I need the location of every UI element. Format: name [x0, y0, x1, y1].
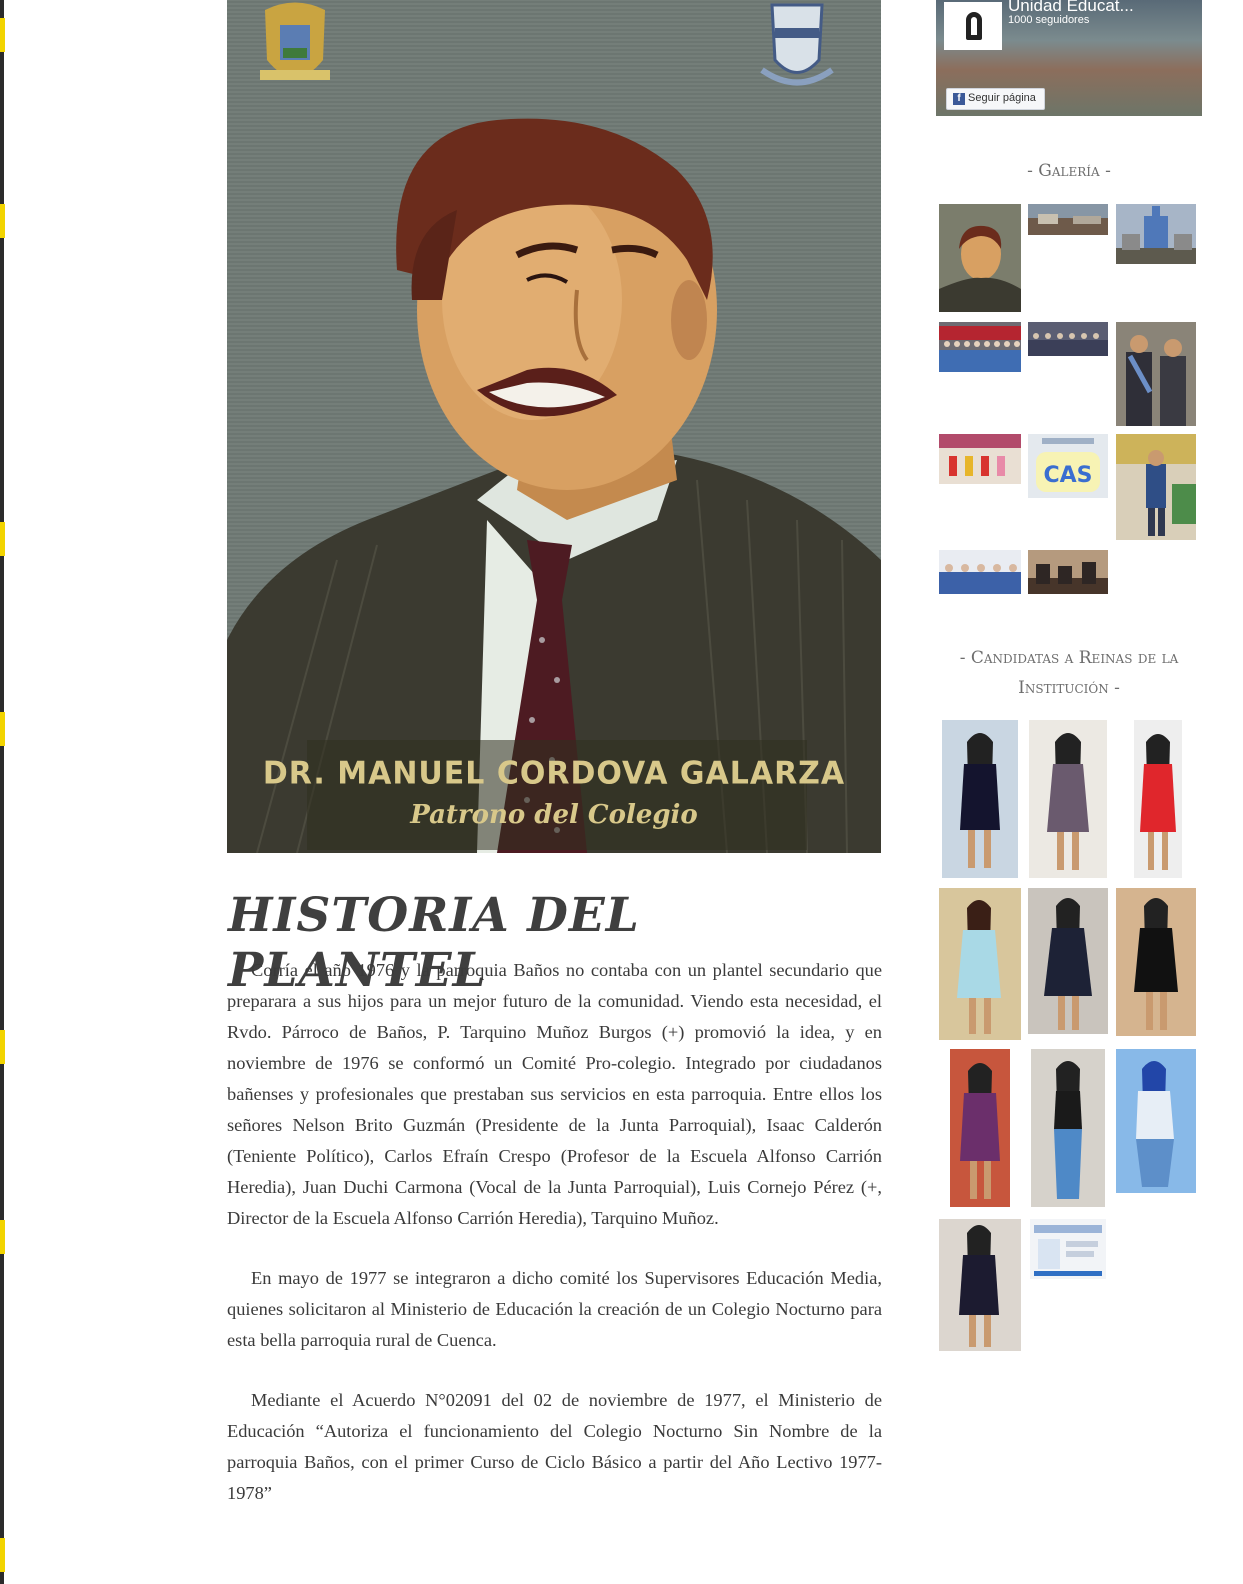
facebook-page-widget[interactable]: Unidad Educat... 1000 seguidores f Seguir… — [936, 0, 1202, 116]
candidate-photo[interactable] — [942, 720, 1018, 878]
history-paragraph: Mediante el Acuerdo N°02091 del 02 de no… — [227, 1390, 882, 1503]
portrait-subtitle-text: Patrono del Colegio — [410, 800, 698, 830]
svg-text:CAS: CAS — [1043, 463, 1092, 488]
candidate-photo[interactable] — [1030, 1219, 1106, 1279]
edge-marker — [0, 1220, 5, 1254]
gallery-thumbnail[interactable] — [1028, 204, 1108, 235]
candidate-photo[interactable] — [1028, 888, 1108, 1034]
portrait-figure — [227, 118, 881, 853]
history-body: Corría el año 1976 y la parroquia Baños … — [227, 955, 882, 1538]
edge-marker — [0, 1538, 5, 1572]
candidate-photo[interactable] — [1116, 888, 1196, 1036]
history-paragraph: Corría el año 1976 y la parroquia Baños … — [227, 960, 882, 1228]
edge-marker — [0, 1030, 5, 1064]
candidate-photo[interactable] — [1029, 720, 1107, 878]
facebook-icon: f — [953, 93, 965, 105]
portrait-name-text: DR. MANUEL CORDOVA GALARZA — [262, 755, 846, 792]
gallery-thumbnail[interactable] — [1116, 434, 1196, 540]
school-crest-icon — [760, 3, 834, 86]
edge-marker — [0, 204, 5, 238]
gallery-thumbnail[interactable] — [939, 434, 1021, 484]
gallery-thumbnail[interactable] — [939, 322, 1021, 372]
gallery-thumbnail[interactable] — [1028, 550, 1108, 594]
gallery-thumbnail[interactable] — [939, 550, 1021, 594]
patron-portrait-image: DR. MANUEL CORDOVA GALARZA Patrono del C… — [227, 0, 881, 853]
candidate-photo[interactable] — [939, 888, 1021, 1040]
facebook-follow-label: Seguir página — [968, 92, 1036, 104]
candidate-photo[interactable] — [939, 1219, 1021, 1351]
mourning-ribbon-icon — [966, 12, 982, 40]
gallery-heading: - Galería - — [1027, 161, 1111, 181]
edge-marker — [0, 522, 5, 556]
candidates-heading: - Candidatas a Reinas de la Institución … — [959, 648, 1179, 698]
ecuador-crest-icon — [260, 2, 330, 80]
edge-marker — [0, 712, 5, 746]
edge-marker — [0, 18, 5, 52]
candidate-photo[interactable] — [1116, 1049, 1196, 1193]
gallery-thumbnail[interactable] — [1116, 204, 1196, 264]
gallery-thumbnail[interactable] — [939, 204, 1021, 312]
gallery-thumbnail[interactable] — [1028, 322, 1108, 356]
history-paragraph: En mayo de 1977 se integraron a dicho co… — [227, 1268, 882, 1350]
facebook-page-avatar[interactable] — [944, 2, 1002, 50]
candidate-photo[interactable] — [1031, 1049, 1105, 1207]
candidate-photo[interactable] — [950, 1049, 1010, 1207]
facebook-follow-button[interactable]: f Seguir página — [946, 88, 1045, 110]
candidate-photo[interactable] — [1134, 720, 1182, 878]
gallery-thumbnail[interactable]: CAS — [1028, 434, 1108, 498]
gallery-thumbnail[interactable] — [1116, 322, 1196, 426]
facebook-followers-count: 1000 seguidores — [1008, 14, 1090, 26]
